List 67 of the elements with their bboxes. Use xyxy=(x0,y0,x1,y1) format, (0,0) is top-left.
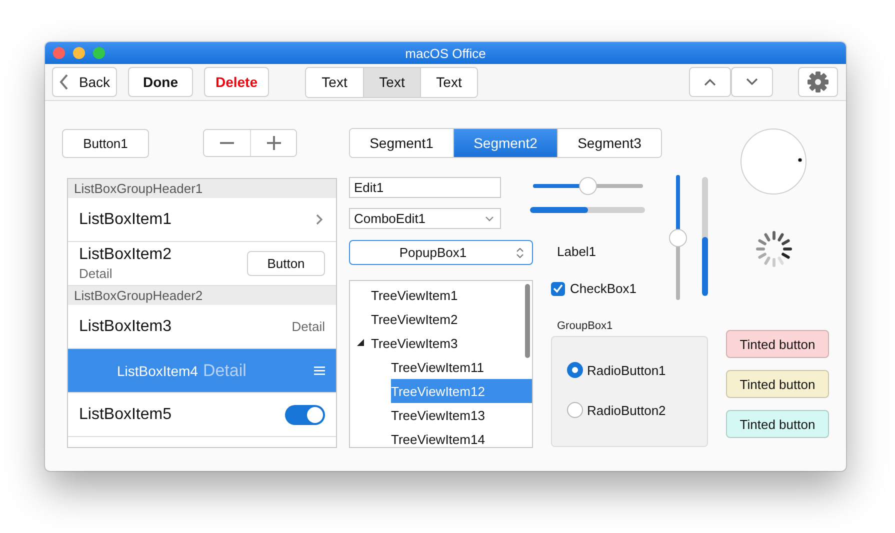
list-item[interactable]: ListBoxItem1 xyxy=(68,198,336,242)
window-control-button[interactable] xyxy=(73,47,85,59)
item-detail: Detail xyxy=(202,360,246,380)
checkmark-icon xyxy=(553,284,563,293)
knob-dial xyxy=(740,128,807,195)
tree-item[interactable]: TreeViewItem1 xyxy=(371,283,504,307)
group-header: ListBoxGroupHeader1 xyxy=(68,179,336,198)
item-label: ListBoxItem4 xyxy=(117,362,198,378)
slider[interactable] xyxy=(533,177,643,195)
tinted-button[interactable]: Tinted button xyxy=(726,410,829,438)
settings-icon xyxy=(807,71,829,93)
popup-button[interactable]: PopupBox1 xyxy=(349,240,533,265)
segment-tab[interactable]: Segment2 xyxy=(453,129,557,157)
label: Label1 xyxy=(557,244,598,259)
back-button[interactable]: Back xyxy=(52,67,117,97)
up-button[interactable] xyxy=(689,67,731,97)
chevron-down-icon xyxy=(746,78,758,86)
item-label: ListBoxItem1 xyxy=(79,210,172,228)
vertical-slider[interactable] xyxy=(669,175,687,300)
stepper[interactable] xyxy=(203,129,297,157)
slider-thumb[interactable] xyxy=(669,228,687,246)
tree-item[interactable]: TreeViewItem3 xyxy=(371,331,504,355)
menu-icon xyxy=(314,366,325,375)
tree-item[interactable]: TreeViewItem13 xyxy=(391,403,524,427)
segment-tab[interactable]: Segment3 xyxy=(557,129,661,157)
radio-button[interactable]: RadioButton2 xyxy=(567,402,666,418)
button[interactable]: Button1 xyxy=(62,128,149,158)
up-down-chevron-icon xyxy=(516,246,524,258)
segment-tab[interactable]: Text xyxy=(306,68,363,96)
toggle-switch[interactable] xyxy=(285,404,325,424)
slider-thumb[interactable] xyxy=(579,177,597,195)
increment-button[interactable] xyxy=(250,130,296,156)
settings-button[interactable] xyxy=(798,67,838,97)
tree-item[interactable]: TreeViewItem2 xyxy=(371,307,504,331)
minus-icon xyxy=(220,142,234,144)
tree-item[interactable]: TreeViewItem11 xyxy=(391,355,524,379)
window-title: macOS Office xyxy=(405,46,486,60)
window-control-button[interactable] xyxy=(53,47,65,59)
chevron-right-icon xyxy=(316,214,323,225)
tinted-button[interactable]: Tinted button xyxy=(726,370,829,398)
item-label: ListBoxItem5 xyxy=(79,406,172,424)
item-label: ListBoxItem2 xyxy=(79,246,172,264)
tinted-button[interactable]: Tinted button xyxy=(726,330,829,358)
text-field[interactable]: Edit1 xyxy=(349,177,501,198)
tree-item[interactable]: TreeViewItem14 xyxy=(391,427,524,447)
activity-indicator xyxy=(755,230,793,268)
group-box-title: GroupBox1 xyxy=(557,320,613,332)
checkbox[interactable]: CheckBox1 xyxy=(551,281,636,296)
item-detail: Detail xyxy=(292,319,325,334)
item-label: ListBoxItem3 xyxy=(79,318,172,336)
down-button[interactable] xyxy=(731,67,773,97)
combo-box[interactable]: ComboEdit1 xyxy=(349,208,501,229)
segment-tab[interactable]: Text xyxy=(420,68,477,96)
chevron-down-icon xyxy=(485,216,494,222)
chevron-up-icon xyxy=(704,78,716,86)
scrollbar-thumb[interactable] xyxy=(525,284,530,358)
item-detail: Detail xyxy=(79,266,114,281)
button[interactable]: Button xyxy=(247,251,325,276)
radio-button[interactable]: RadioButton1 xyxy=(567,362,666,378)
window-control-button[interactable] xyxy=(93,47,105,59)
chevron-left-icon xyxy=(58,74,69,90)
segment-tab[interactable]: Text xyxy=(363,68,420,96)
list-item[interactable]: ListBoxItem5 xyxy=(68,393,336,437)
plus-icon xyxy=(266,136,280,150)
delete-button[interactable]: Delete xyxy=(204,67,269,97)
done-button[interactable]: Done xyxy=(128,67,193,97)
group-header: ListBoxGroupHeader2 xyxy=(68,286,336,305)
